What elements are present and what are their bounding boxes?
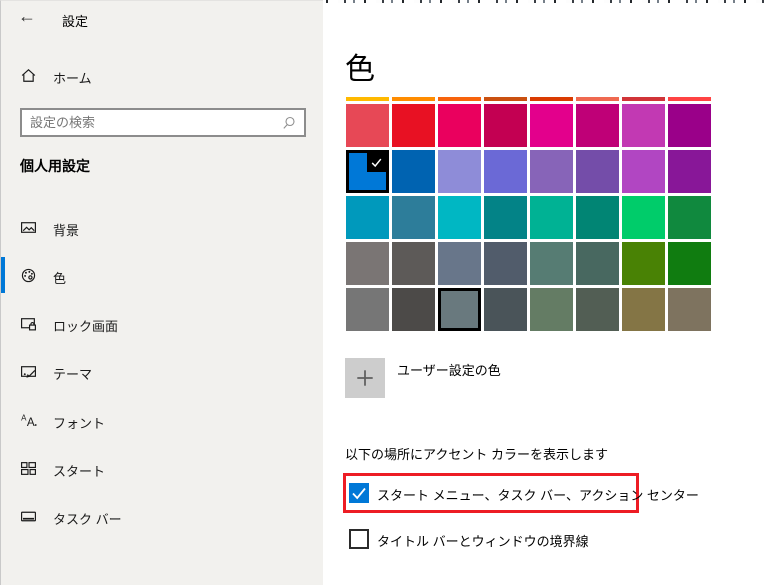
picture-icon bbox=[20, 219, 37, 241]
accent-color-grid bbox=[346, 97, 711, 331]
window-title: 設定 bbox=[62, 14, 89, 29]
color-swatch[interactable] bbox=[668, 288, 711, 331]
color-swatch[interactable] bbox=[530, 97, 573, 101]
color-swatch[interactable] bbox=[438, 150, 481, 193]
color-swatch[interactable] bbox=[530, 150, 573, 193]
palette-icon bbox=[20, 267, 37, 289]
selected-indicator bbox=[1, 257, 5, 293]
color-swatch[interactable] bbox=[346, 196, 389, 239]
selected-check-icon bbox=[367, 153, 386, 172]
color-swatch[interactable] bbox=[346, 104, 389, 147]
color-swatch[interactable] bbox=[346, 242, 389, 285]
color-swatch[interactable] bbox=[392, 104, 435, 147]
sidebar-item-label: タスク バー bbox=[53, 512, 122, 527]
start-tiles-icon bbox=[20, 460, 37, 482]
checkbox-label: スタート メニュー、タスク バー、アクション センター bbox=[377, 488, 699, 503]
color-swatch[interactable] bbox=[576, 288, 619, 331]
color-swatch[interactable] bbox=[392, 150, 435, 193]
page-title: 色 bbox=[345, 53, 375, 86]
color-swatch[interactable] bbox=[576, 196, 619, 239]
color-swatch[interactable] bbox=[668, 104, 711, 147]
color-swatch[interactable] bbox=[530, 104, 573, 147]
color-swatch[interactable] bbox=[530, 288, 573, 331]
color-swatch[interactable] bbox=[438, 196, 481, 239]
checkbox-start-menu-taskbar-action-center[interactable] bbox=[349, 483, 369, 503]
color-swatch[interactable] bbox=[484, 97, 527, 101]
color-swatch[interactable] bbox=[622, 150, 665, 193]
color-swatch[interactable] bbox=[668, 242, 711, 285]
sidebar-item-start[interactable]: スタート bbox=[1, 448, 324, 488]
search-box bbox=[20, 108, 306, 137]
sidebar-item-background[interactable]: 背景 bbox=[1, 207, 324, 247]
sidebar-item-label: ロック画面 bbox=[53, 319, 119, 334]
color-swatch[interactable] bbox=[392, 242, 435, 285]
color-swatch[interactable] bbox=[668, 196, 711, 239]
sidebar-item-colors[interactable]: 色 bbox=[1, 255, 324, 295]
top-crop-artifact bbox=[300, 0, 769, 3]
search-icon[interactable] bbox=[280, 115, 297, 132]
svg-text:A: A bbox=[27, 416, 35, 429]
color-swatch[interactable] bbox=[438, 242, 481, 285]
custom-color-button[interactable] bbox=[345, 358, 385, 398]
color-swatch[interactable] bbox=[484, 242, 527, 285]
sidebar-item-label: 背景 bbox=[53, 223, 80, 238]
color-swatch[interactable] bbox=[576, 242, 619, 285]
search-input[interactable] bbox=[28, 111, 272, 134]
home-icon bbox=[20, 67, 37, 89]
sidebar-item-home[interactable]: ホーム bbox=[1, 63, 324, 89]
color-swatch[interactable] bbox=[622, 288, 665, 331]
color-swatch[interactable] bbox=[346, 97, 389, 101]
color-swatch[interactable] bbox=[392, 288, 435, 331]
color-swatch[interactable] bbox=[484, 150, 527, 193]
plus-icon bbox=[357, 370, 373, 386]
color-swatch[interactable] bbox=[438, 97, 481, 101]
color-swatch[interactable] bbox=[392, 97, 435, 101]
settings-window: ← 設定 ホーム 個人用設定 背景 bbox=[0, 0, 769, 585]
sidebar-item-label: ホーム bbox=[53, 71, 92, 86]
color-swatch[interactable] bbox=[576, 150, 619, 193]
accent-surfaces-heading: 以下の場所にアクセント カラーを表示します bbox=[345, 447, 608, 462]
sidebar-item-label: スタート bbox=[53, 464, 106, 479]
checkbox-label: タイトル バーとウィンドウの境界線 bbox=[377, 534, 589, 549]
checkbox-title-bars-window-borders[interactable] bbox=[349, 529, 369, 549]
color-swatch[interactable] bbox=[346, 150, 389, 193]
color-swatch[interactable] bbox=[346, 288, 389, 331]
fonts-icon: A A bbox=[20, 412, 37, 434]
sidebar-item-label: テーマ bbox=[53, 367, 93, 382]
color-swatch[interactable] bbox=[576, 97, 619, 101]
color-swatch[interactable] bbox=[392, 196, 435, 239]
taskbar-icon bbox=[20, 508, 37, 530]
theme-icon bbox=[20, 363, 37, 385]
color-swatch[interactable] bbox=[530, 242, 573, 285]
color-swatch[interactable] bbox=[484, 288, 527, 331]
sidebar-section-title: 個人用設定 bbox=[20, 158, 90, 174]
color-swatch[interactable] bbox=[438, 104, 481, 147]
color-swatch[interactable] bbox=[576, 104, 619, 147]
custom-color-label: ユーザー設定の色 bbox=[397, 363, 501, 378]
color-swatch[interactable] bbox=[668, 97, 711, 101]
sidebar-item-fonts[interactable]: A A フォント bbox=[1, 400, 324, 440]
color-swatch[interactable] bbox=[622, 104, 665, 147]
color-swatch[interactable] bbox=[622, 242, 665, 285]
color-swatch[interactable] bbox=[484, 104, 527, 147]
color-swatch[interactable] bbox=[484, 196, 527, 239]
color-swatch[interactable] bbox=[438, 288, 481, 331]
sidebar-item-label: フォント bbox=[53, 416, 106, 431]
color-swatch[interactable] bbox=[622, 196, 665, 239]
color-swatch[interactable] bbox=[530, 196, 573, 239]
sidebar: ← 設定 ホーム 個人用設定 背景 bbox=[0, 0, 323, 585]
sidebar-item-taskbar[interactable]: タスク バー bbox=[1, 496, 324, 536]
sidebar-item-label: 色 bbox=[53, 271, 67, 286]
sidebar-item-themes[interactable]: テーマ bbox=[1, 351, 324, 391]
color-swatch[interactable] bbox=[668, 150, 711, 193]
lock-screen-icon bbox=[20, 315, 37, 337]
sidebar-item-lock-screen[interactable]: ロック画面 bbox=[1, 303, 324, 343]
back-button[interactable]: ← bbox=[18, 7, 36, 25]
color-swatch[interactable] bbox=[622, 97, 665, 101]
checkmark-icon bbox=[352, 487, 366, 500]
